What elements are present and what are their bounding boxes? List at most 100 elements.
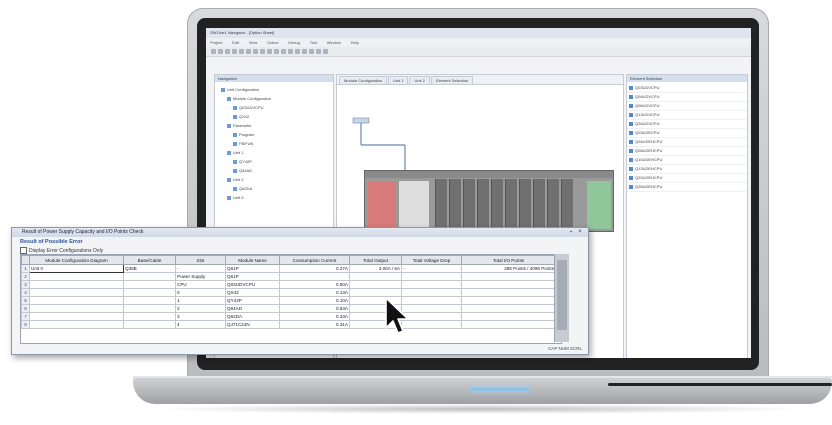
tree-item[interactable]: QY42P [221,157,331,166]
table-cell[interactable]: - [401,264,462,273]
redo-icon[interactable] [267,49,272,54]
table-row[interactable]: 8 4 QJ71C24N 0.31A [21,320,556,329]
table-cell[interactable] [29,320,124,329]
io-module-slot[interactable] [435,179,447,229]
tree-item[interactable]: Module Configuration [221,94,331,103]
table-row[interactable]: 6 2 Q64AD 0.63A [21,304,556,313]
list-item[interactable]: Q04UDEHCPU [627,138,747,147]
tab-module-configuration[interactable]: Module Configuration [339,76,388,84]
io-module-slot[interactable] [477,179,489,229]
table-cell[interactable] [461,312,556,321]
table-cell[interactable]: Q61P [225,272,280,281]
tree-item[interactable]: Unit Configuration [221,85,331,94]
column-header[interactable]: Consumption Current [279,255,350,265]
tree-item[interactable]: Program [221,130,331,139]
grid-icon[interactable] [309,49,314,54]
table-cell[interactable]: Q03UDVCPU [225,280,280,289]
table-cell[interactable] [29,304,124,313]
tree-item[interactable]: Unit 3 [221,193,331,202]
tab-element-selection[interactable]: Element Selection [430,76,474,84]
table-cell[interactable]: QY42P [225,296,280,305]
power-supply-module[interactable] [368,181,396,229]
table-cell[interactable] [123,288,176,297]
list-item[interactable]: Q06UDEHCPU [627,147,747,156]
table-cell[interactable]: - [175,264,226,273]
menu-debug[interactable]: Debug [288,40,300,45]
close-icon[interactable]: × [576,229,584,236]
table-cell[interactable] [401,280,462,289]
menu-project[interactable]: Project [210,40,222,45]
table-cell[interactable]: 2 [175,304,226,313]
table-cell[interactable]: 288 Points / 4096 Points [461,264,556,273]
table-cell[interactable]: CPU [175,280,226,289]
table-cell[interactable] [29,280,124,289]
table-cell[interactable] [401,272,462,281]
table-cell[interactable] [461,304,556,313]
column-header[interactable]: Total I/O Points [461,255,556,265]
table-cell[interactable] [29,312,124,321]
pin-icon[interactable]: ▪ [568,229,574,236]
column-header[interactable]: Module Name [225,255,280,265]
column-header[interactable]: Base/Cable [123,255,176,265]
menu-window[interactable]: Window [327,40,341,45]
vertical-scrollbar[interactable] [554,254,569,342]
cut-icon[interactable] [239,49,244,54]
table-cell[interactable]: 0.31A [279,320,350,329]
io-module-slot[interactable] [547,179,559,229]
table-cell[interactable]: 0.63A [279,304,350,313]
table-row[interactable]: 7 3 Q62DA 0.33A [21,312,556,321]
list-item[interactable]: Q13UDVCPU [627,111,747,120]
list-item[interactable]: Q10UDEHCPU [627,156,747,165]
line-icon[interactable] [288,49,293,54]
table-cell[interactable]: Q62DA [225,312,280,321]
table-cell[interactable]: 3 [175,312,226,321]
list-item[interactable]: Q03UDECPU [627,129,747,138]
tree-item[interactable]: Parameter [221,121,331,130]
table-row[interactable]: 1 Unit 0 Q35B - Q61P 0.27A 3.00A / 6A - … [21,264,556,273]
io-module-slot[interactable] [519,179,531,229]
table-cell[interactable] [123,304,176,313]
table-cell[interactable] [123,280,176,289]
table-cell[interactable] [123,312,176,321]
undo-icon[interactable] [260,49,265,54]
check-icon[interactable] [316,49,321,54]
column-header[interactable]: Total Voltage Drop [401,255,462,265]
io-module-slot[interactable] [491,179,503,229]
table-cell[interactable] [349,280,402,289]
list-item[interactable]: Q26UDEHCPU [627,183,747,192]
menu-view[interactable]: View [249,40,258,45]
extension-module[interactable] [587,181,611,229]
table-cell[interactable] [123,320,176,329]
column-header[interactable]: Slot [175,255,226,265]
circle-icon[interactable] [302,49,307,54]
list-item[interactable]: Q20UDEHCPU [627,174,747,183]
build-icon[interactable] [323,49,328,54]
paste-icon[interactable] [253,49,258,54]
table-cell[interactable]: 4 [175,320,226,329]
table-cell[interactable]: 0.10A [279,296,350,305]
table-cell[interactable] [349,272,402,281]
copy-icon[interactable] [246,49,251,54]
list-item[interactable]: Q03UDVCPU [627,84,747,93]
table-cell[interactable] [461,320,556,329]
io-module-slot[interactable] [463,179,475,229]
table-cell[interactable] [29,288,124,297]
table-cell[interactable] [461,280,556,289]
table-cell[interactable]: 0.60A [279,280,350,289]
column-header[interactable]: Module Configuration Diagram [29,255,124,265]
save-icon[interactable] [225,49,230,54]
table-cell[interactable] [461,296,556,305]
tree-item[interactable]: FB/FUN [221,139,331,148]
menu-help[interactable]: Help [351,40,359,45]
scrollbar-thumb[interactable] [557,260,567,330]
table-cell[interactable]: 0.27A [279,264,350,273]
open-icon[interactable] [218,49,223,54]
io-module-slot[interactable] [505,179,517,229]
table-cell[interactable]: QX42 [225,288,280,297]
table-cell[interactable] [123,272,176,281]
table-cell[interactable]: Q35B [123,264,176,273]
io-module-slot[interactable] [449,179,461,229]
tree-item[interactable]: QX42 [221,112,331,121]
list-item[interactable]: Q04UDVCPU [627,93,747,102]
tree-item[interactable]: Q03UDVCPU [221,103,331,112]
